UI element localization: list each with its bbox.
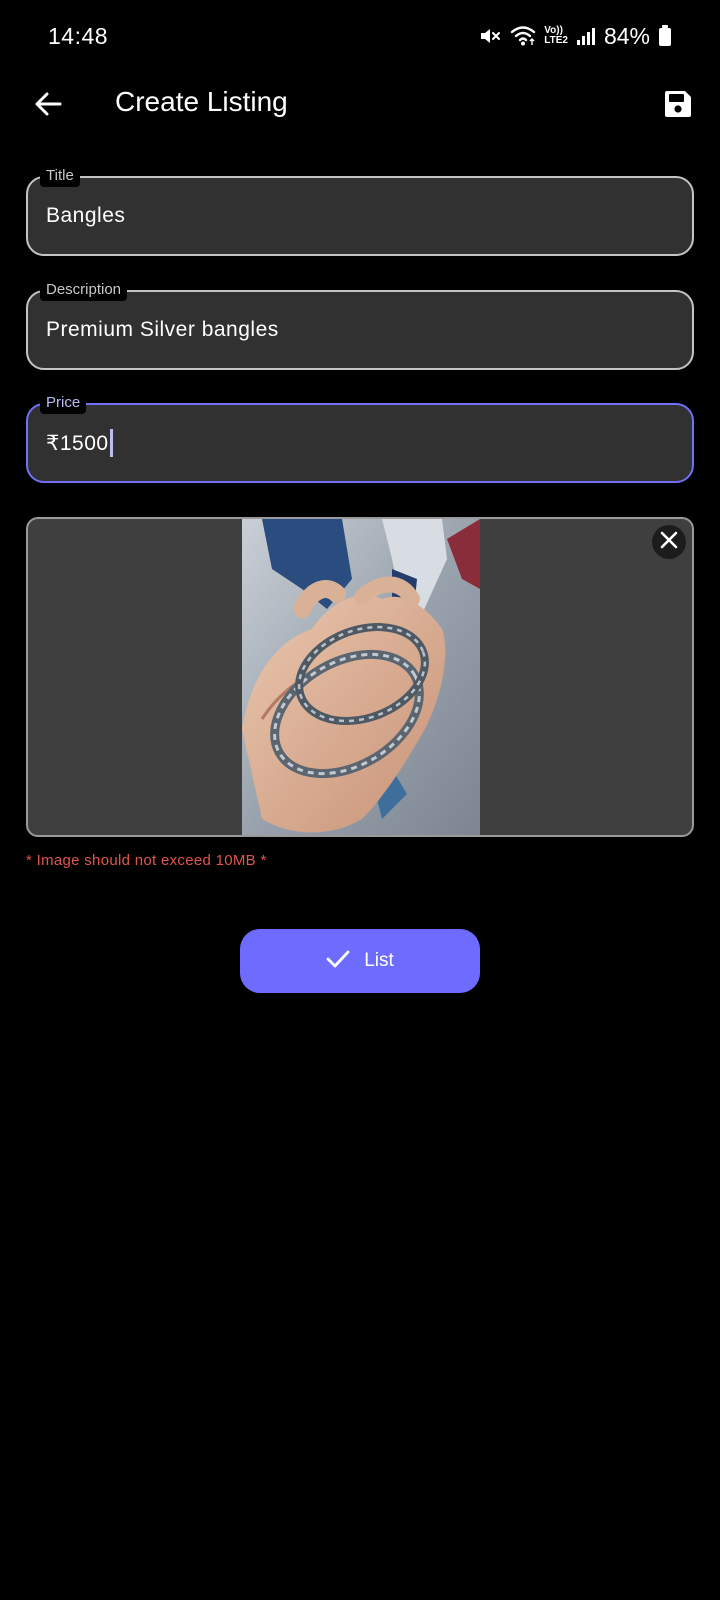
image-size-hint: * Image should not exceed 10MB * bbox=[26, 852, 267, 869]
description-input[interactable]: Premium Silver bangles bbox=[46, 292, 674, 368]
app-bar: Create Listing bbox=[0, 72, 720, 140]
create-listing-screen: 14:48 Vo)) LTE2 84% Create Listing Title… bbox=[0, 0, 720, 1600]
remove-image-button[interactable] bbox=[652, 525, 686, 559]
signal-icon bbox=[576, 26, 596, 46]
battery-icon bbox=[658, 25, 672, 47]
mute-icon bbox=[478, 24, 502, 48]
title-field[interactable]: Title Bangles bbox=[26, 165, 694, 256]
price-input[interactable]: ₹1500 bbox=[46, 405, 674, 481]
list-button-label: List bbox=[364, 950, 394, 971]
title-value: Bangles bbox=[46, 204, 126, 227]
check-icon bbox=[326, 949, 350, 974]
price-field[interactable]: Price ₹1500 bbox=[26, 392, 694, 483]
back-button[interactable] bbox=[24, 82, 72, 130]
status-time: 14:48 bbox=[48, 22, 109, 49]
description-field[interactable]: Description Premium Silver bangles bbox=[26, 279, 694, 370]
battery-percent: 84% bbox=[603, 22, 650, 49]
list-button[interactable]: List bbox=[240, 929, 480, 993]
close-icon bbox=[659, 530, 679, 555]
bangles-photo bbox=[242, 519, 480, 835]
wifi-icon bbox=[510, 25, 536, 47]
image-preview-card bbox=[26, 517, 694, 837]
volte-label-bottom: LTE2 bbox=[544, 35, 568, 46]
save-button[interactable] bbox=[654, 82, 702, 130]
arrow-back-icon bbox=[33, 89, 63, 124]
page-title: Create Listing bbox=[115, 86, 288, 117]
description-value: Premium Silver bangles bbox=[46, 318, 279, 341]
save-icon bbox=[662, 88, 694, 125]
volte-icon: Vo)) LTE2 bbox=[544, 26, 568, 46]
status-bar: 14:48 Vo)) LTE2 84% bbox=[0, 0, 720, 72]
title-input[interactable]: Bangles bbox=[46, 178, 674, 254]
status-icons: Vo)) LTE2 84% bbox=[478, 23, 672, 50]
price-value: ₹1500 bbox=[46, 431, 109, 455]
text-cursor bbox=[109, 429, 113, 457]
